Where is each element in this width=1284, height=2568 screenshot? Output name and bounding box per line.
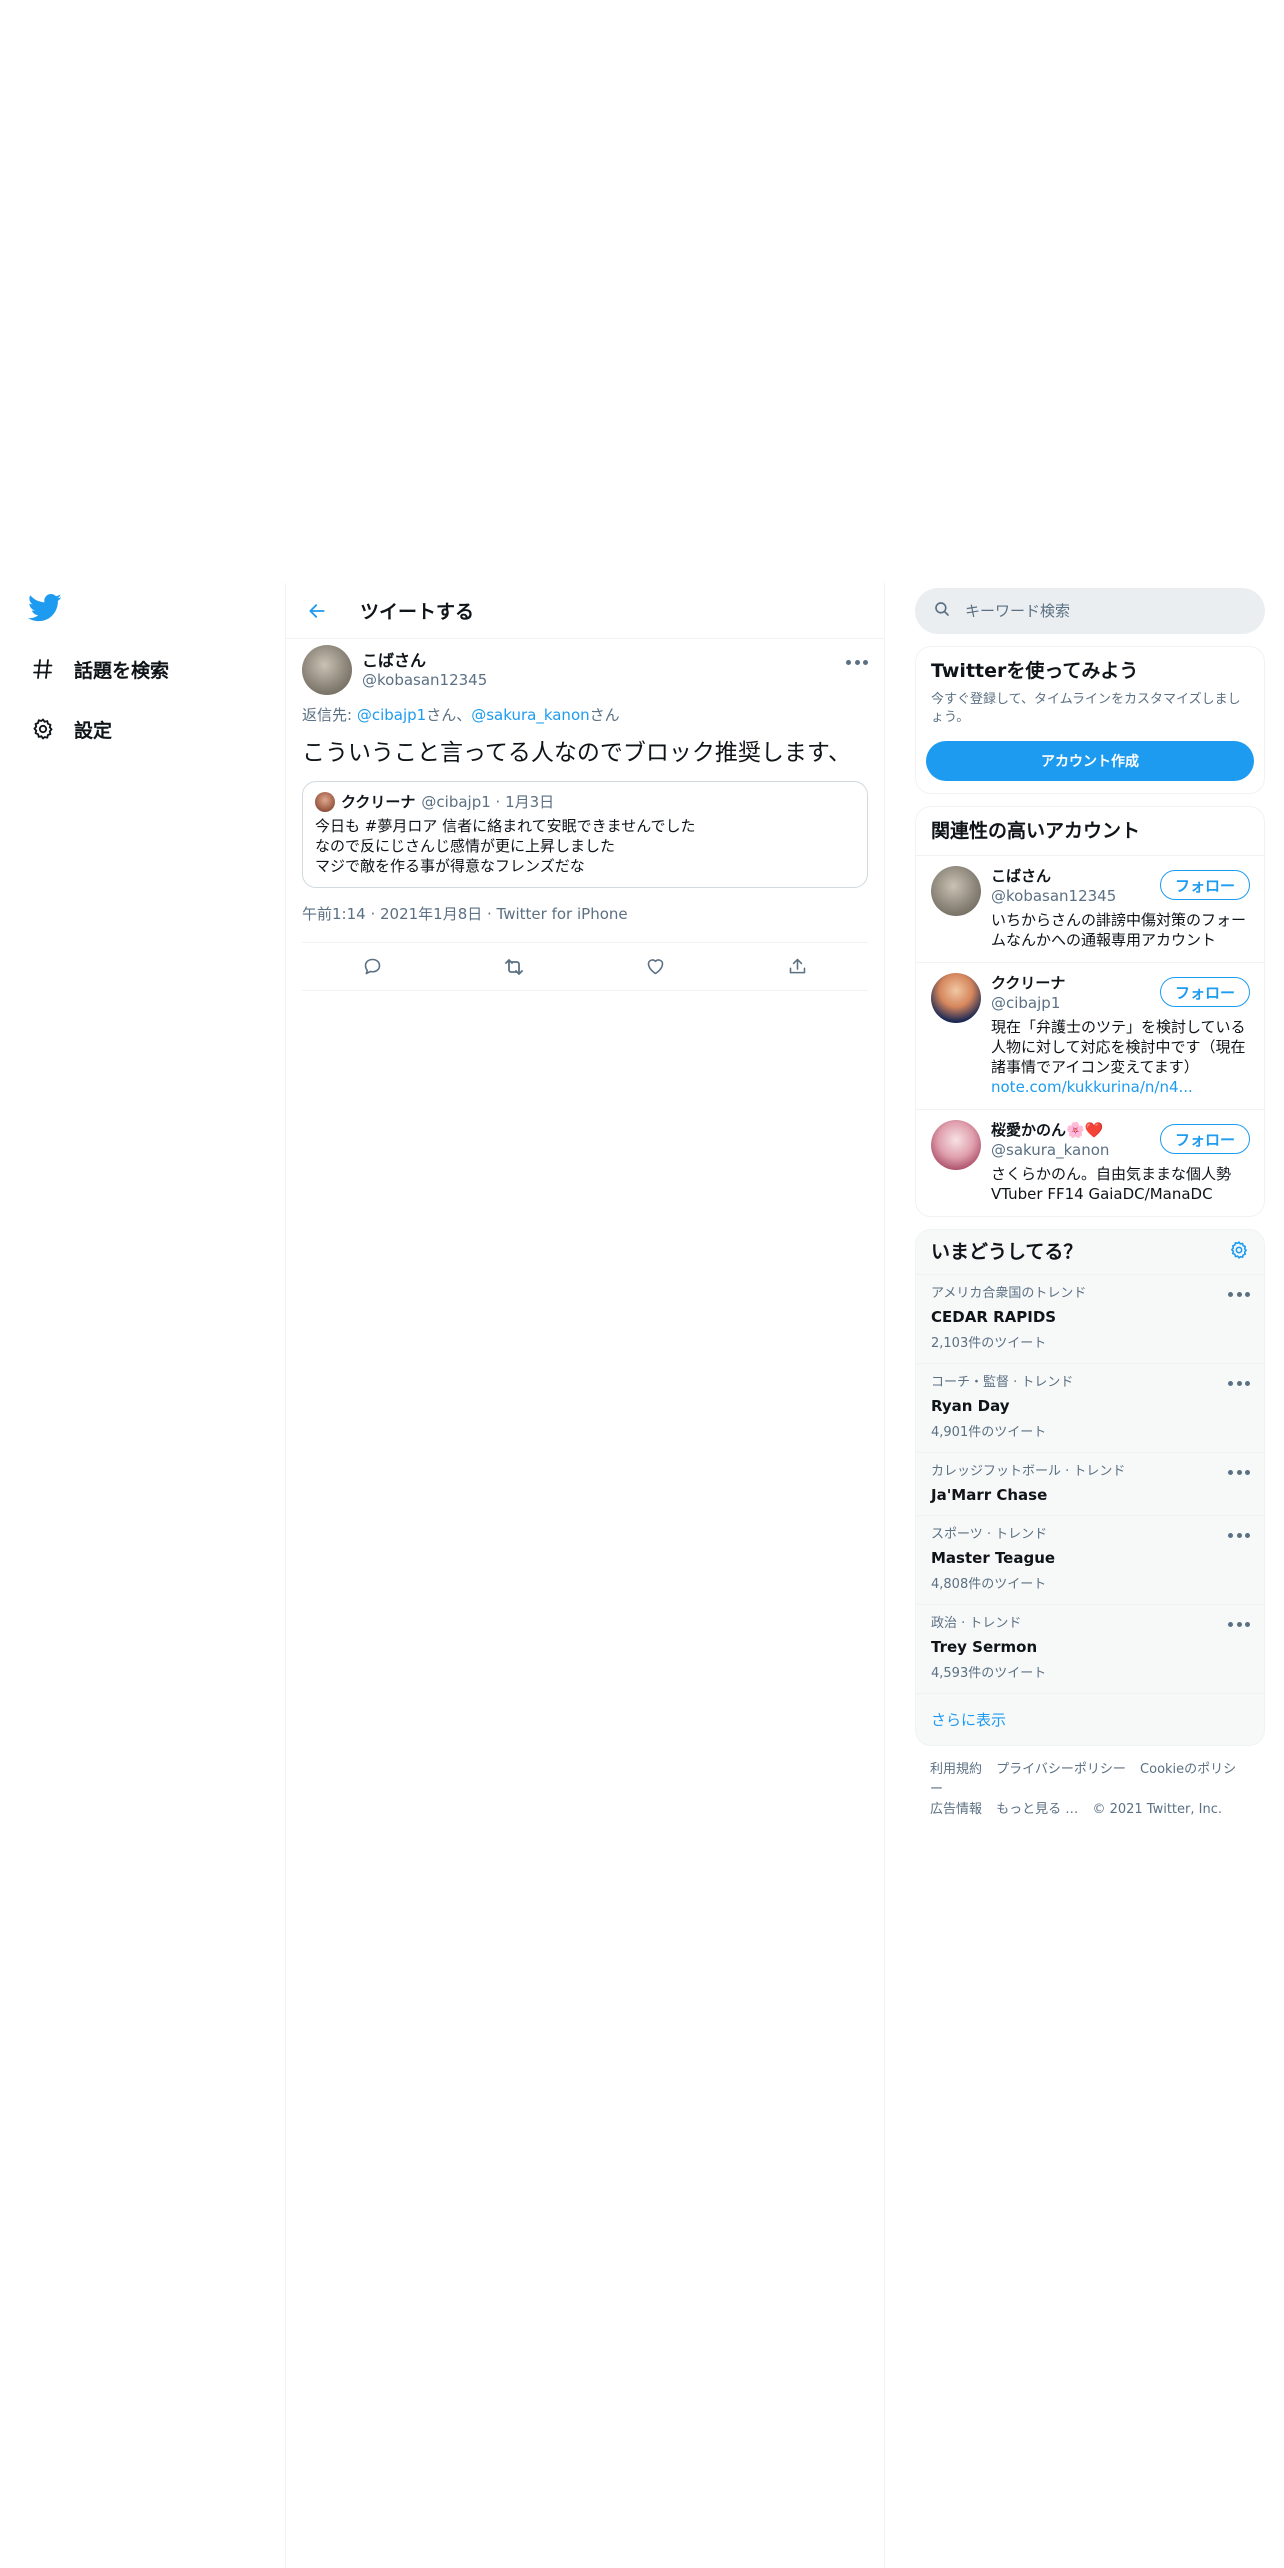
quoted-tweet[interactable]: ククリーナ @cibajp1 · 1月3日 今日も #夢月ロア 信者に絡まれて安… [302,781,868,888]
settings-gear-icon[interactable] [1229,1240,1249,1264]
tweet-actions [302,942,868,991]
trend-count: 4,593件のツイート [931,1666,1047,1681]
more-options-icon[interactable] [1228,1530,1250,1540]
follow-button[interactable]: フォロー [1159,1124,1250,1154]
hashtag-icon [28,654,58,684]
right-sidebar: Twitterを使ってみよう 今すぐ登録して、タイムラインをカスタマイズしましょ… [915,588,1265,1834]
account-bio: さくらかのん。自由気ままな個人勢VTuber FF14 GaiaDC/ManaD… [991,1165,1232,1203]
search-box[interactable] [915,588,1265,634]
reply-button[interactable] [302,943,444,990]
avatar[interactable] [931,973,981,1023]
heart-icon [647,959,664,975]
more-options-icon[interactable] [1228,1619,1250,1629]
trend-item[interactable]: コーチ・監督 · トレンド Ryan Day 4,901件のツイート [916,1363,1264,1452]
follow-button[interactable]: フォロー [1159,977,1250,1007]
quote-handle-date: @cibajp1 · 1月3日 [421,793,555,811]
retweet-icon [505,958,524,975]
avatar[interactable] [931,866,981,916]
trend-item[interactable]: アメリカ合衆国のトレンド CEDAR RAPIDS 2,103件のツイート [916,1274,1264,1363]
account-bio-link[interactable]: note.com/kukkurina/n/n4... [991,1077,1249,1097]
trend-context: 政治 · トレンド [931,1616,1022,1631]
footer-more-link[interactable]: もっと見る … [996,1802,1078,1817]
trend-context: カレッジフットボール · トレンド [931,1464,1126,1479]
trend-title: Ryan Day [931,1397,1010,1415]
quote-avatar [315,792,335,812]
nav-label-explore: 話題を検索 [74,659,170,682]
tweet-timestamp[interactable]: 午前1:14 · 2021年1月8日 · Twitter for iPhone [302,900,868,928]
account-bio: いちからさんの誹謗中傷対策のフォームなんかへの通報専用アカウント [991,911,1247,949]
tweet-author: こばさん @kobasan12345 [302,639,868,701]
create-account-button[interactable]: アカウント作成 [926,741,1254,781]
footer-copyright: © 2021 Twitter, Inc. [1092,1802,1222,1817]
tweet-detail: こばさん @kobasan12345 返信先: @cibajp1さん、@saku… [286,639,884,991]
footer-links: 利用規約 プライバシーポリシー Cookieのポリシー 広告情報 もっと見る …… [915,1746,1265,1834]
trend-item[interactable]: 政治 · トレンド Trey Sermon 4,593件のツイート [916,1604,1264,1693]
reply-suffix: さん [589,706,620,724]
more-options-icon[interactable] [1228,1289,1250,1299]
trend-context: スポーツ · トレンド [931,1527,1048,1542]
gear-icon [28,714,58,744]
author-handle[interactable]: @kobasan12345 [362,671,487,690]
trend-title: Trey Sermon [931,1638,1038,1656]
trends-title: いまどうしてる？ [931,1241,1083,1263]
reply-mention-2[interactable]: @sakura_kanon [471,706,589,724]
quote-line-2: なので反にじさんじ感情が更に上昇しました [315,837,616,855]
account-item[interactable]: ククリーナ @cibajp1 現在「弁護士のツテ」を検討している人物に対して対応… [916,962,1264,1109]
reply-icon [364,958,381,975]
trend-item[interactable]: カレッジフットボール · トレンド Ja'Marr Chase [916,1452,1264,1515]
account-item[interactable]: こばさん @kobasan12345 いちからさんの誹謗中傷対策のフォームなんか… [916,855,1264,962]
follow-button[interactable]: フォロー [1159,870,1250,900]
reply-separator: さん、 [426,706,472,724]
more-options-icon[interactable] [1228,1467,1250,1477]
trend-title: Master Teague [931,1549,1056,1567]
share-icon [789,958,806,974]
trend-count: 4,808件のツイート [931,1577,1047,1592]
column-header: ツイートする [286,583,884,639]
like-button[interactable] [585,943,727,990]
related-accounts-title: 関連性の高いアカウント [931,820,1141,842]
avatar[interactable] [931,1120,981,1170]
quote-author-name: ククリーナ [341,793,416,811]
trend-item[interactable]: スポーツ · トレンド Master Teague 4,808件のツイート [916,1515,1264,1604]
more-options-icon[interactable] [846,657,868,667]
avatar[interactable] [302,645,352,695]
replying-to: 返信先: @cibajp1さん、@sakura_kanonさん [302,705,868,725]
reply-mention-1[interactable]: @cibajp1 [357,706,426,724]
page-title: ツイートする [360,601,475,623]
signup-card: Twitterを使ってみよう 今すぐ登録して、タイムラインをカスタマイズしましょ… [915,646,1265,794]
signup-description: 今すぐ登録して、タイムラインをカスタマイズしましょう。 [931,692,1241,725]
search-icon [933,600,951,622]
account-item[interactable]: 桜愛かのん🌸❤️ @sakura_kanon さくらかのん。自由気ままな個人勢V… [916,1109,1264,1216]
quote-line-3: マジで敵を作る事が得意なフレンズだな [315,857,585,875]
nav-item-explore[interactable]: 話題を検索 [28,651,169,687]
trend-count: 4,901件のツイート [931,1425,1047,1440]
show-more-link[interactable]: さらに表示 [916,1693,1264,1745]
author-name[interactable]: こばさん [362,651,487,671]
quote-text: 今日も #夢月ロア 信者に絡まれて安眠できませんでした なので反にじさんじ感情が… [315,816,855,876]
share-button[interactable] [727,943,869,990]
search-input[interactable] [965,602,1225,620]
footer-terms-link[interactable]: 利用規約 [930,1762,982,1777]
quote-line-1: 今日も #夢月ロア 信者に絡まれて安眠できませんでした [315,817,696,835]
tweet-text: こういうこと言ってる人なのでブロック推奨します、 [302,740,852,766]
signup-title: Twitterを使ってみよう [931,660,1139,682]
trend-title: CEDAR RAPIDS [931,1308,1057,1326]
account-bio: 現在「弁護士のツテ」を検討している人物に対して対応を検討中です（現在諸事情でアイ… [991,1018,1246,1076]
footer-ads-link[interactable]: 広告情報 [930,1802,982,1817]
footer-privacy-link[interactable]: プライバシーポリシー [996,1762,1126,1777]
trend-title: Ja'Marr Chase [931,1486,1048,1504]
tweet-column: ツイートする こばさん @kobasan12345 返信先: @cibajp1さ… [285,583,885,2568]
nav-label-settings: 設定 [74,719,113,742]
trend-count: 2,103件のツイート [931,1336,1047,1351]
replying-prefix: 返信先: [302,706,357,724]
trend-context: コーチ・監督 · トレンド [931,1375,1074,1390]
more-options-icon[interactable] [1228,1378,1250,1388]
nav-item-settings[interactable]: 設定 [28,711,112,747]
trend-context: アメリカ合衆国のトレンド [931,1286,1087,1301]
twitter-logo-icon[interactable] [28,593,62,623]
back-arrow-icon[interactable] [302,596,332,626]
retweet-button[interactable] [444,943,586,990]
related-accounts-card: 関連性の高いアカウント こばさん @kobasan12345 いちからさんの誹謗… [915,806,1265,1217]
trends-card: いまどうしてる？ アメリカ合衆国のトレンド CEDAR RAPIDS 2,103… [915,1229,1265,1746]
